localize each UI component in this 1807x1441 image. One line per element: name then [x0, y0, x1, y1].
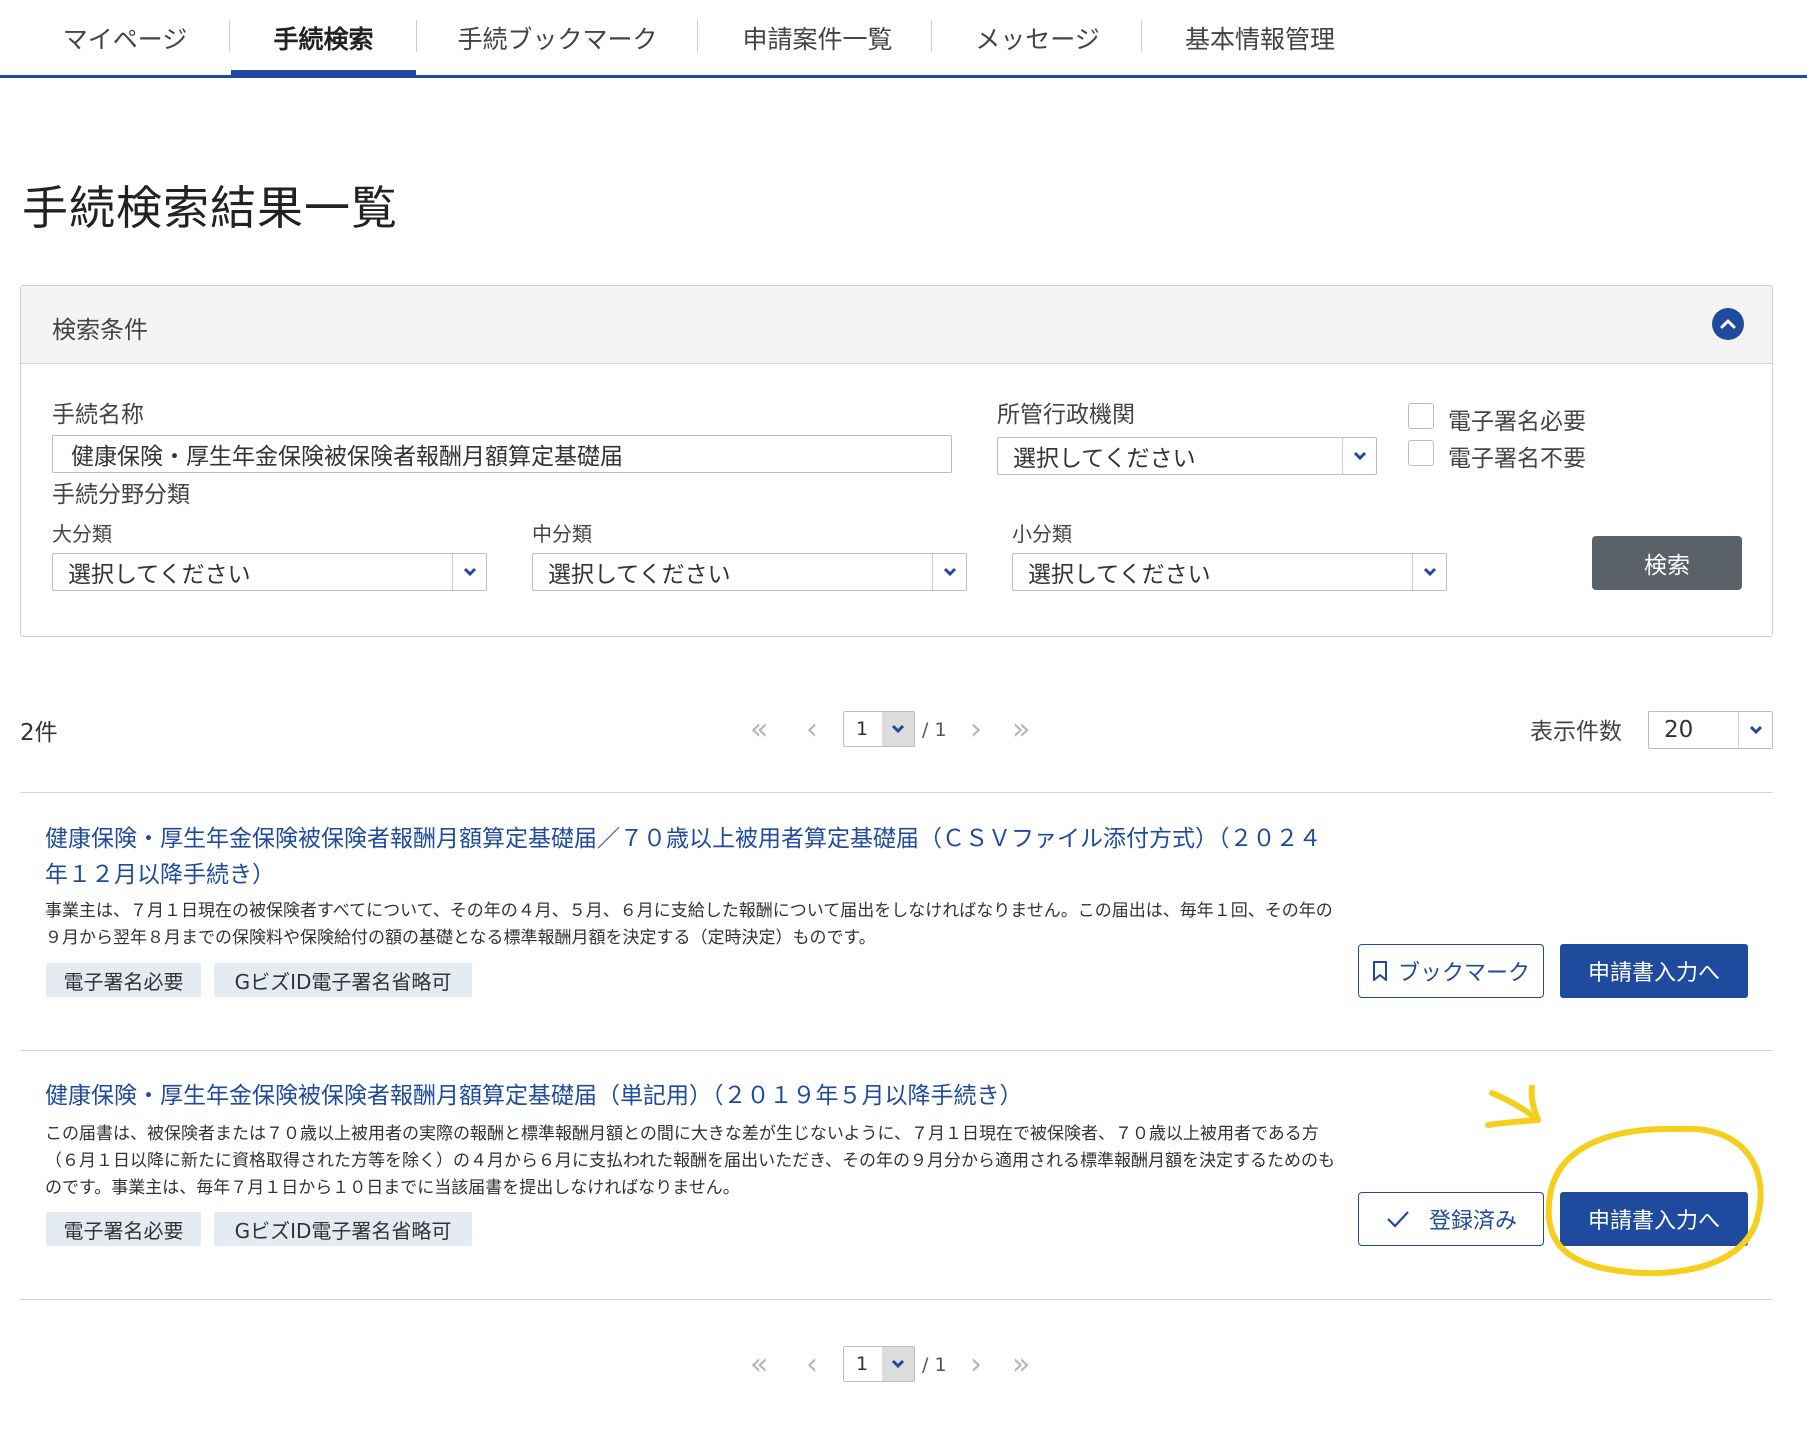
esign-required-checkbox[interactable] — [1408, 403, 1434, 429]
esign-not-required-checkbox[interactable] — [1408, 440, 1434, 466]
nav-separator — [229, 20, 230, 52]
result-title[interactable]: 健康保険・厚生年金保険被保険者報酬月額算定基礎届／７０歳以上被用者算定基礎届（Ｃ… — [45, 821, 1335, 893]
panel-header[interactable]: 検索条件 — [21, 286, 1772, 364]
page-select[interactable]: 1 — [843, 711, 915, 747]
nav-separator — [697, 20, 698, 52]
apply-button[interactable]: 申請書入力へ — [1560, 944, 1748, 998]
divider — [20, 1050, 1773, 1051]
small-category-label: 小分類 — [1012, 522, 1072, 546]
next-page-icon[interactable]: › — [970, 1346, 982, 1384]
nav-separator — [1141, 20, 1142, 52]
procedure-name-input[interactable]: 健康保険・厚生年金保険被保険者報酬月額算定基礎届 — [52, 435, 952, 473]
collapse-button[interactable] — [1712, 308, 1744, 340]
top-navigation: マイページ 手続検索 手続ブックマーク 申請案件一覧 メッセージ 基本情報管理 — [0, 0, 1807, 78]
agency-select-value: 選択してください — [1013, 446, 1196, 472]
tag-gbizid: GビズID電子署名省略可 — [214, 963, 472, 997]
results-count: 2件 — [20, 720, 58, 746]
category-label: 手続分野分類 — [52, 482, 190, 508]
chevron-down-icon — [1738, 712, 1772, 748]
large-category-value: 選択してください — [68, 562, 251, 588]
small-category-select[interactable]: 選択してください — [1012, 553, 1447, 591]
tab-basic-info[interactable]: 基本情報管理 — [1145, 0, 1375, 75]
last-page-icon[interactable]: » — [1012, 711, 1030, 749]
per-page-value: 20 — [1664, 717, 1694, 743]
page-select[interactable]: 1 — [843, 1346, 915, 1382]
chevron-down-icon — [932, 554, 966, 590]
chevron-down-icon — [882, 1347, 914, 1381]
apply-button[interactable]: 申請書入力へ — [1560, 1192, 1748, 1246]
page-select-value: 1 — [856, 1353, 869, 1375]
agency-select[interactable]: 選択してください — [997, 437, 1377, 475]
page-title: 手続検索結果一覧 — [22, 181, 398, 235]
divider — [20, 1299, 1773, 1300]
check-icon — [1387, 1211, 1409, 1228]
chevron-up-icon — [1720, 319, 1736, 329]
next-page-icon[interactable]: › — [970, 711, 982, 749]
tag-esign-required: 電子署名必要 — [46, 963, 201, 997]
page-select-value: 1 — [856, 718, 869, 740]
middle-category-value: 選択してください — [548, 562, 731, 588]
pager-top: « ‹ 1 / 1 › » — [750, 711, 1050, 749]
highlight-annotation — [1485, 1085, 1764, 1277]
small-category-value: 選択してください — [1028, 562, 1211, 588]
bookmark-icon — [1372, 961, 1387, 981]
tab-procedure-bookmark[interactable]: 手続ブックマーク — [420, 0, 695, 75]
page-total: / 1 — [922, 719, 947, 741]
chevron-down-icon — [1412, 554, 1446, 590]
tab-application-list[interactable]: 申請案件一覧 — [700, 0, 935, 75]
tab-mypage[interactable]: マイページ — [40, 0, 210, 75]
search-button[interactable]: 検索 — [1592, 536, 1742, 590]
tag-gbizid: GビズID電子署名省略可 — [214, 1212, 472, 1246]
large-category-label: 大分類 — [52, 522, 112, 546]
registered-button-label: 登録済み — [1428, 1209, 1517, 1234]
per-page-label: 表示件数 — [1530, 719, 1622, 745]
divider — [20, 792, 1773, 793]
chevron-down-icon — [882, 712, 914, 746]
middle-category-select[interactable]: 選択してください — [532, 553, 967, 591]
prev-page-icon[interactable]: ‹ — [806, 711, 818, 749]
registered-bookmark-button[interactable]: 登録済み — [1358, 1192, 1544, 1246]
large-category-select[interactable]: 選択してください — [52, 553, 487, 591]
last-page-icon[interactable]: » — [1012, 1346, 1030, 1384]
esign-not-required-label: 電子署名不要 — [1448, 446, 1586, 472]
tag-esign-required: 電子署名必要 — [46, 1212, 201, 1246]
esign-required-label: 電子署名必要 — [1448, 409, 1586, 435]
middle-category-label: 中分類 — [532, 522, 592, 546]
agency-label: 所管行政機関 — [997, 402, 1135, 428]
first-page-icon[interactable]: « — [750, 711, 768, 749]
nav-separator — [931, 20, 932, 52]
result-description: 事業主は、７月１日現在の被保険者すべてについて、その年の４月、５月、６月に支給し… — [45, 901, 1333, 948]
pager-bottom: « ‹ 1 / 1 › » — [750, 1346, 1050, 1384]
nav-separator — [416, 20, 417, 52]
result-description: この届書は、被保険者または７０歳以上被用者の実際の報酬と標準報酬月額との間に大き… — [45, 1124, 1335, 1198]
prev-page-icon[interactable]: ‹ — [806, 1346, 818, 1384]
procedure-name-label: 手続名称 — [52, 402, 144, 428]
first-page-icon[interactable]: « — [750, 1346, 768, 1384]
tab-messages[interactable]: メッセージ — [935, 0, 1140, 75]
chevron-down-icon — [452, 554, 486, 590]
bookmark-button[interactable]: ブックマーク — [1358, 944, 1544, 998]
panel-title: 検索条件 — [52, 316, 148, 344]
tab-procedure-search[interactable]: 手続検索 — [231, 0, 416, 78]
result-title[interactable]: 健康保険・厚生年金保険被保険者報酬月額算定基礎届（単記用）（２０１９年５月以降手… — [45, 1078, 1335, 1114]
per-page-select[interactable]: 20 — [1648, 711, 1773, 749]
chevron-down-icon — [1342, 438, 1376, 474]
page-total: / 1 — [922, 1354, 947, 1376]
bookmark-button-label: ブックマーク — [1397, 961, 1530, 986]
